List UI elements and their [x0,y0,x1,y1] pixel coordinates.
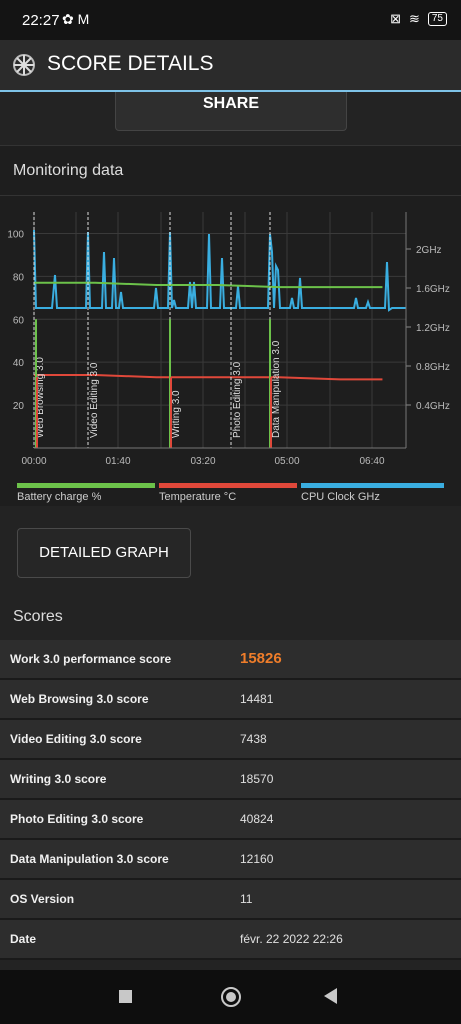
table-row: Web Browsing 3.0 score 14481 [0,680,461,720]
y-left-tick: 100 [7,229,24,240]
x-tick: 05:00 [274,456,299,467]
legend-battery: Battery charge % [17,483,155,503]
no-sim-icon: ⊠ [390,11,401,26]
table-row: Work 3.0 performance score 15826 [0,640,461,680]
status-bar: 22:27 ✿ M ⊠ ≋ 75 [0,0,461,40]
y-right-tick: 0.8GHz [416,362,450,373]
table-row: Date févr. 22 2022 22:26 [0,920,461,960]
score-value: 18570 [240,772,274,786]
score-value: 40824 [240,812,274,826]
x-tick: 01:40 [105,456,130,467]
monitoring-chart: Web Browsing 3.0 Video Editing 3.0 Writing… [7,212,450,467]
legend-cpu: CPU Clock GHz [301,483,444,503]
test-marker-label: Video Editing 3.0 [89,362,100,438]
table-row: Video Editing 3.0 score 7438 [0,720,461,760]
test-marker-label: Photo Editing 3.0 [232,361,243,438]
x-tick: 00:00 [21,456,46,467]
notification-icons: ✿ M [62,11,90,27]
score-label: Date [10,932,37,946]
score-value: 14481 [240,692,274,706]
monitoring-title: Monitoring data [13,162,124,179]
score-label: Video Editing 3.0 score [10,732,142,746]
app-logo-icon [13,54,35,76]
score-label: Web Browsing 3.0 score [10,692,149,706]
table-row: Data Manipulation 3.0 score 12160 [0,840,461,880]
score-value: 11 [240,892,253,906]
legend-temperature: Temperature °C [159,483,297,503]
y-right-tick: 1.6GHz [416,284,450,295]
x-tick: 06:40 [359,456,384,467]
recents-button[interactable] [119,990,132,1003]
battery-icon: 75 [427,12,447,26]
score-value: 7438 [240,732,267,746]
home-button[interactable] [221,987,241,1007]
wifi-icon: ≋ [408,11,420,26]
table-row: Photo Editing 3.0 score 40824 [0,800,461,840]
detailed-graph-button[interactable]: DETAILED GRAPH [17,528,191,578]
y-left-tick: 20 [13,401,25,412]
nav-bar [0,970,461,1024]
table-row: OS Version 11 [0,880,461,920]
table-row: Writing 3.0 score 18570 [0,760,461,800]
clock: 22:27 [22,12,60,29]
score-label: Work 3.0 performance score [10,652,172,666]
score-value: 15826 [240,650,282,667]
share-button[interactable]: SHARE [115,92,347,131]
score-value: févr. 22 2022 22:26 [240,932,343,946]
test-marker-label: Data Manipulation 3.0 [271,340,282,438]
score-label: Data Manipulation 3.0 score [10,852,169,866]
scores-title: Scores [13,608,63,625]
status-icons: ⊠ ≋ 75 [390,11,447,27]
test-marker-label: Writing 3.0 [171,390,182,438]
y-right-tick: 0.4GHz [416,401,450,412]
page-title: SCORE DETAILS [47,52,214,75]
score-label: Photo Editing 3.0 score [10,812,144,826]
back-button[interactable] [324,988,337,1004]
y-left-tick: 60 [13,315,25,326]
y-left-tick: 40 [13,358,25,369]
app-bar: SCORE DETAILS [0,40,461,92]
scores-table: Work 3.0 performance score 15826 Web Brows… [0,640,461,960]
y-left-tick: 80 [13,272,25,283]
score-value: 12160 [240,852,274,866]
score-label: OS Version [10,892,75,906]
score-label: Writing 3.0 score [10,772,107,786]
x-tick: 03:20 [190,456,215,467]
y-right-tick: 2GHz [416,245,442,256]
series-cpu-clock [33,229,406,312]
y-right-tick: 1.2GHz [416,323,450,334]
